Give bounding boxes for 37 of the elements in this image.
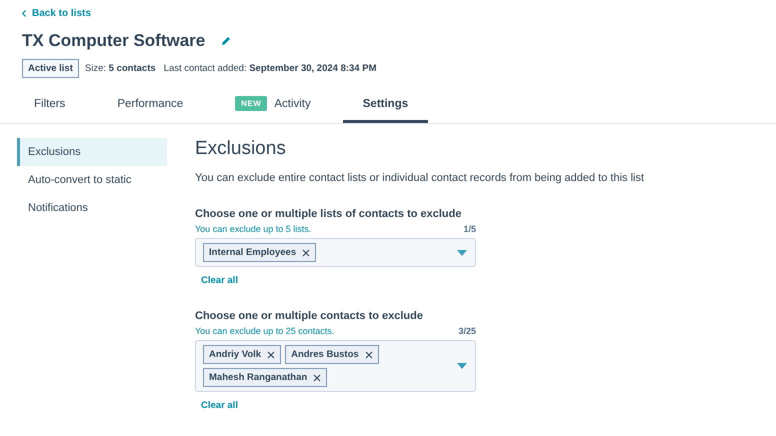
selected-tag: Andres Bustos — [285, 345, 379, 364]
tab[interactable]: NEW Activity — [215, 88, 331, 123]
meta-text: Size: 5 contacts — [84, 63, 156, 74]
remove-icon[interactable] — [313, 374, 322, 382]
chevron-left-icon — [22, 10, 26, 17]
tab[interactable]: Performance — [97, 88, 204, 123]
field-label: Choose one or multiple lists of contacts to exclude — [195, 208, 462, 220]
back-link[interactable]: Back to lists — [22, 7, 91, 20]
sidebar-item[interactable]: Auto-convert to static — [17, 166, 167, 194]
list-title: TX Computer Software — [22, 31, 206, 51]
hint-text: You can exclude up to 25 contacts. — [195, 326, 334, 336]
section-heading: Exclusions — [195, 138, 287, 160]
count-text: 1/5 — [463, 224, 476, 234]
dropdown-caret-icon[interactable] — [457, 363, 467, 369]
selected-tag: Mahesh Ranganathan — [203, 368, 328, 387]
dropdown-caret-icon[interactable] — [457, 250, 467, 256]
remove-icon[interactable] — [302, 248, 310, 256]
remove-icon[interactable] — [267, 350, 276, 358]
select-field[interactable]: Internal Employees — [195, 238, 476, 267]
clear-all-link[interactable]: Clear all — [201, 400, 238, 411]
count-text: 3/25 — [458, 326, 476, 336]
tab[interactable]: Settings — [342, 88, 428, 123]
selected-tag: Internal Employees — [203, 243, 316, 262]
sidebar-item[interactable]: Exclusions — [17, 138, 167, 166]
new-badge: NEW — [235, 96, 268, 111]
tab[interactable]: Filters — [14, 88, 86, 123]
selected-tag: Andriy Volk — [203, 345, 282, 364]
select-field[interactable]: Andriy Volk Andres Bustos Mahesh Ranganathan — [195, 340, 476, 392]
field-label: Choose one or multiple contacts to exclude — [195, 310, 424, 322]
clear-all-link[interactable]: Clear all — [201, 275, 238, 286]
description-text: You can exclude entire contact lists or individual contact records from being added to this list — [195, 172, 644, 184]
pencil-icon[interactable] — [221, 36, 232, 46]
status-badge: Active list — [22, 59, 79, 78]
sidebar-item[interactable]: Notifications — [17, 194, 167, 222]
hint-text: You can exclude up to 5 lists. — [195, 224, 312, 234]
remove-icon[interactable] — [364, 350, 373, 358]
meta-text: Last contact added: September 30, 2024 8:34 PM — [164, 63, 376, 74]
